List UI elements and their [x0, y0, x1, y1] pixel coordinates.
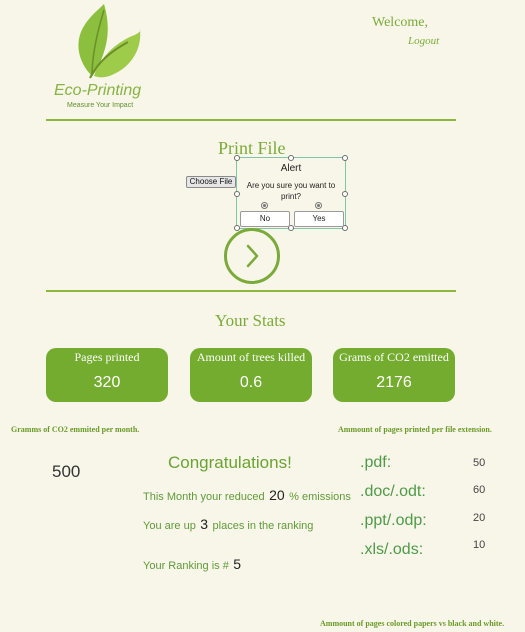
card-label: Amount of trees killed [196, 350, 306, 364]
card-label: Grams of CO2 emitted [339, 350, 449, 364]
reduced-value: 20 [269, 487, 285, 503]
resize-handle[interactable] [342, 155, 348, 161]
brand-tagline: Measure Your Impact [67, 102, 134, 109]
divider [46, 290, 456, 292]
up-prefix: You are up [143, 520, 196, 532]
ranking-prefix: Your Ranking is # [143, 560, 229, 572]
trees-killed-card: Amount of trees killed 0.6 [190, 348, 312, 402]
no-button[interactable]: No [240, 211, 290, 227]
card-value: 2176 [376, 374, 412, 391]
resize-handle[interactable] [234, 155, 240, 161]
ranking-up-line: You are up 3 places in the ranking [143, 516, 313, 534]
extension-label: .pdf: [360, 454, 392, 471]
divider [46, 119, 456, 121]
extension-value: 50 [473, 457, 486, 469]
extension-value: 60 [473, 484, 486, 496]
extension-label: .ppt/.odp: [360, 512, 427, 529]
reduced-suffix: % emissions [289, 491, 351, 503]
alert-title: Alert [280, 163, 302, 174]
logout-link[interactable]: Logout [408, 35, 439, 47]
extension-label: .doc/.odt: [360, 483, 426, 500]
welcome-text: Welcome, [372, 15, 429, 30]
up-value: 3 [200, 516, 209, 532]
alert-dialog: Alert Are you sure you want to print? No… [234, 155, 348, 231]
card-label: Pages printed [74, 350, 140, 364]
chevron-right-icon [246, 244, 259, 268]
up-suffix: places in the ranking [212, 520, 314, 532]
leaf-logo-icon [78, 4, 141, 79]
yes-button[interactable]: Yes [294, 211, 344, 227]
resize-handle[interactable] [342, 191, 348, 197]
resize-handle[interactable] [288, 155, 294, 161]
radio-icon[interactable] [261, 202, 268, 209]
stats-title: Your Stats [215, 311, 286, 330]
choose-file-button[interactable]: Choose File [186, 176, 236, 188]
congratulations-title: Congratulations! [168, 453, 292, 472]
card-value: 0.6 [239, 374, 263, 391]
co2-emitted-card: Grams of CO2 emitted 2176 [333, 348, 455, 402]
co2-chart-value: 500 [52, 462, 81, 481]
extension-value: 20 [473, 512, 486, 524]
extension-label: .xls/.ods: [360, 541, 424, 558]
pages-per-extension-caption: Ammount of pages printed per file extens… [338, 425, 492, 434]
pages-printed-card: Pages printed 320 [46, 348, 168, 402]
co2-per-month-caption: Gramms of CO2 emmited per month. [11, 425, 140, 434]
reduced-prefix: This Month your reduced [143, 491, 265, 503]
extension-value: 10 [473, 539, 486, 551]
card-value: 320 [93, 374, 121, 391]
ranking-line: Your Ranking is # 5 [143, 556, 241, 574]
alert-message: Are you sure you want to print? [246, 181, 336, 201]
resize-handle[interactable] [234, 191, 240, 197]
ranking-value: 5 [233, 556, 242, 572]
color-vs-bw-caption: Ammount of pages colored papers vs black… [320, 619, 505, 628]
print-file-title: Print File [218, 138, 286, 158]
reduced-emissions-line: This Month your reduced 20 % emissions [143, 487, 351, 505]
radio-icon[interactable] [315, 202, 322, 209]
brand-name: Eco-Printing [54, 82, 142, 99]
print-next-button[interactable] [224, 228, 280, 284]
